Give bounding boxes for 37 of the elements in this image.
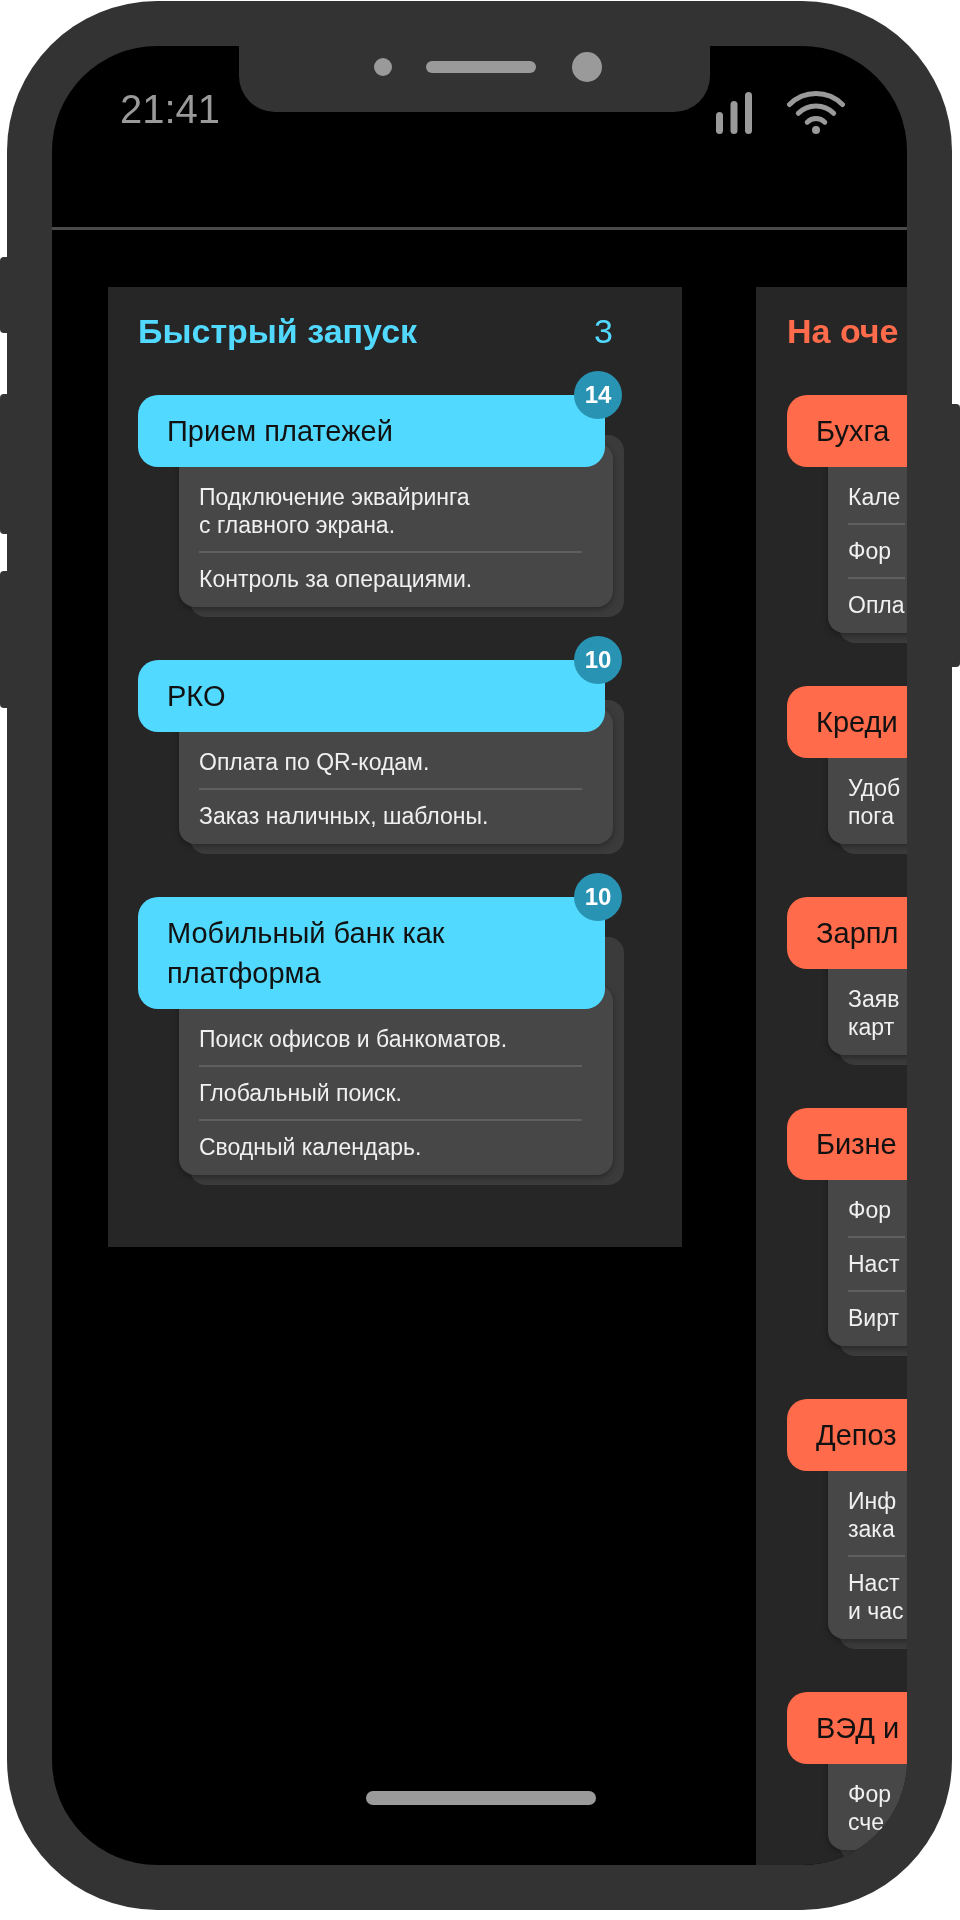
column-count: 3 <box>594 311 613 351</box>
card-title: Мобильный банк как платформа <box>167 916 445 991</box>
feature-text: Сводный календарь. <box>199 1133 422 1161</box>
feature-text: Кале <box>848 483 901 511</box>
feature-text: Фор <box>848 1196 892 1224</box>
feature-text: Опла <box>848 591 905 619</box>
feature-text: Оплата по QR-кодам. <box>199 748 430 776</box>
card-title: Зарпл <box>816 916 899 951</box>
feature-text: Заказ наличных, шаблоны. <box>199 802 489 830</box>
column-title: На оче <box>787 311 899 351</box>
count-badge: 14 <box>574 371 622 419</box>
feature-text: Наст <box>848 1250 900 1278</box>
feature-text: Глобальный поиск. <box>199 1079 402 1107</box>
signal-bars-icon <box>716 92 752 134</box>
card-title: ВЭД и <box>816 1711 900 1746</box>
card-title: Депоз <box>816 1418 897 1453</box>
feature-text: Удоб пога <box>848 774 901 830</box>
feature-text: Наст и час <box>848 1569 904 1625</box>
feature-text: Инф зака <box>848 1487 897 1543</box>
wifi-icon <box>787 91 845 134</box>
feature-text: Фор сче <box>848 1780 892 1836</box>
feature-text: Подключение эквайринга с главного экрана. <box>199 483 470 539</box>
count-badge: 10 <box>574 636 622 684</box>
feature-text: Вирт <box>848 1304 899 1332</box>
column-title: Быстрый запуск <box>138 311 418 351</box>
status-time: 21:41 <box>120 89 221 129</box>
count-badge: 10 <box>574 873 622 921</box>
card-title: Прием платежей <box>167 414 393 449</box>
card-title: Бизне <box>816 1127 897 1162</box>
card-title: Бухга <box>816 414 890 449</box>
card-title: Креди <box>816 705 898 740</box>
feature-text: Поиск офисов и банкоматов. <box>199 1025 508 1053</box>
feature-text: Фор <box>848 537 892 565</box>
card-title: РКО <box>167 679 226 714</box>
feature-text: Заяв карт <box>848 985 900 1041</box>
speaker-slot-icon <box>426 61 536 73</box>
feature-text: Контроль за операциями. <box>199 565 473 593</box>
